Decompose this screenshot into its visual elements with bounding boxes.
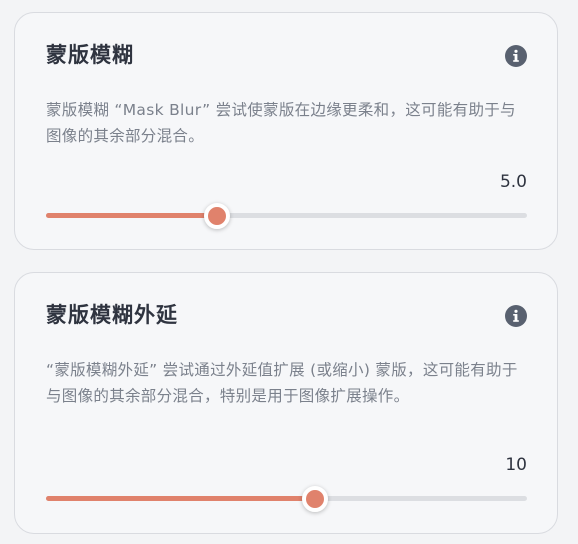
mask-blur-value: 5.0	[499, 172, 527, 192]
mask-blur-offset-card: 蒙版模糊外延 “蒙版模糊外延” 尝试通过外延值扩展 (或缩小) 蒙版，这可能有助…	[14, 272, 558, 534]
mask-blur-title: 蒙版模糊	[46, 43, 134, 67]
slider-fill	[46, 496, 316, 501]
mask-blur-description: 蒙版模糊 “Mask Blur” 尝试使蒙版在边缘更柔和，这可能有助于与图像的其…	[46, 101, 516, 145]
mask-blur-offset-value: 10	[505, 455, 527, 475]
info-circle-icon[interactable]	[505, 45, 527, 67]
slider-thumb[interactable]	[203, 203, 230, 229]
info-circle-icon[interactable]	[505, 305, 527, 327]
mask-blur-slider[interactable]	[46, 201, 527, 229]
slider-fill	[46, 213, 217, 218]
slider-thumb[interactable]	[302, 486, 329, 512]
mask-blur-offset-slider[interactable]	[46, 484, 527, 512]
mask-blur-offset-description: “蒙版模糊外延” 尝试通过外延值扩展 (或缩小) 蒙版，这可能有助于与图像的其余…	[46, 361, 518, 405]
mask-blur-card: 蒙版模糊 蒙版模糊 “Mask Blur” 尝试使蒙版在边缘更柔和，这可能有助于…	[14, 12, 558, 250]
mask-blur-offset-title: 蒙版模糊外延	[46, 303, 178, 327]
